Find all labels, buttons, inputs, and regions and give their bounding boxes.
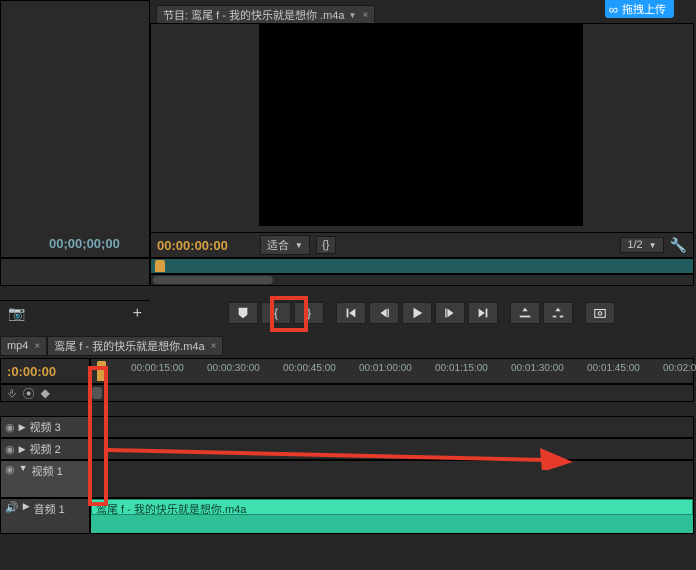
track-header-v3[interactable]: ◉ ▶ 视频 3	[0, 416, 90, 438]
collapse-icon[interactable]: ▼	[19, 463, 28, 473]
goto-out-button[interactable]	[468, 302, 498, 324]
mark-in-button[interactable]: {	[261, 302, 291, 324]
track-lane-v2[interactable]	[90, 438, 694, 460]
program-tab[interactable]: 节目: 鸾尾 f - 我的快乐就是想你 .m4a ▼ ×	[156, 5, 375, 25]
link-icon[interactable]: ⦿	[23, 385, 35, 402]
timeline-tab-mp4[interactable]: mp4 ×	[0, 336, 47, 356]
timeline-timecode[interactable]: :0:00:00	[0, 358, 90, 384]
eye-icon[interactable]: ◉	[5, 443, 15, 456]
program-tab-row: 节目: 鸾尾 f - 我的快乐就是想你 .m4a ▼ ×	[156, 5, 375, 25]
settings-icon[interactable]: 🔧	[670, 237, 687, 254]
ruler-tick: 00:01:15:00	[435, 363, 488, 374]
ruler-tick: 00:00:45:00	[283, 363, 336, 374]
track-label: 视频 3	[30, 419, 61, 435]
timeline-header: :0:00:00 00:00:15:00 00:00:30:00 00:00:4…	[0, 358, 694, 384]
chevron-down-icon[interactable]: ▼	[349, 11, 357, 20]
close-icon[interactable]: ×	[211, 341, 217, 352]
upload-button[interactable]: ∞ 拖拽上传	[605, 0, 674, 18]
playhead-icon[interactable]	[155, 260, 165, 272]
speaker-icon[interactable]: 🔊	[5, 501, 19, 514]
program-zoom-scrollbar[interactable]	[150, 274, 694, 286]
track-label: 音频 1	[34, 501, 65, 517]
timeline-tools: ⎀ ⦿ ◆	[0, 384, 90, 402]
program-monitor-panel	[150, 23, 694, 255]
source-ruler[interactable]	[0, 258, 150, 286]
program-tab-label: 节目: 鸾尾 f - 我的快乐就是想你 .m4a	[163, 7, 345, 23]
upload-label: 拖拽上传	[622, 1, 666, 17]
program-timecode[interactable]: 00:00:00:00	[157, 238, 228, 253]
source-monitor-panel: 00;00;00;00	[0, 0, 150, 258]
camera-icon[interactable]: 📷	[8, 305, 25, 322]
snap-icon[interactable]: ⎀	[7, 386, 17, 401]
timeline-tab-row: mp4 × 鸾尾 f - 我的快乐就是想你.m4a ×	[0, 336, 694, 356]
track-video-2: ◉ ▶ 视频 2	[0, 438, 694, 460]
track-header-a1[interactable]: 🔊 ▶ 音频 1	[0, 498, 90, 534]
extract-button[interactable]	[543, 302, 573, 324]
zoom-fit-select[interactable]: 适合 ▼	[260, 235, 310, 255]
ruler-tick: 00:00:30:00	[207, 363, 260, 374]
timeline-tab1-label: mp4	[7, 340, 28, 352]
chevron-down-icon: ▼	[649, 241, 657, 250]
marker-tool-icon[interactable]: ◆	[41, 386, 50, 400]
ruler-tick: 00:02:00	[663, 363, 696, 374]
infinity-icon: ∞	[609, 2, 618, 17]
add-icon[interactable]: +	[133, 305, 142, 323]
export-frame-button[interactable]	[585, 302, 615, 324]
close-icon[interactable]: ×	[362, 10, 368, 21]
lift-button[interactable]	[510, 302, 540, 324]
ruler-tick: 00:00:15:00	[131, 363, 184, 374]
video-canvas[interactable]	[259, 24, 583, 226]
transport-controls: { }	[150, 300, 694, 326]
ruler-tick: 00:01:45:00	[587, 363, 640, 374]
timeline-tab-audio[interactable]: 鸾尾 f - 我的快乐就是想你.m4a ×	[47, 336, 223, 356]
playback-resolution-select[interactable]: 1/2 ▼	[620, 237, 663, 253]
step-back-button[interactable]	[369, 302, 399, 324]
goto-in-button[interactable]	[336, 302, 366, 324]
ruler-tick: 00:01:30:00	[511, 363, 564, 374]
track-video-3: ◉ ▶ 视频 3	[0, 416, 694, 438]
step-fwd-button[interactable]	[435, 302, 465, 324]
track-lane-v3[interactable]	[90, 416, 694, 438]
track-audio-1: 🔊 ▶ 音频 1 鸾尾 f - 我的快乐就是想你.m4a	[0, 498, 694, 534]
track-lane-v1[interactable]	[90, 460, 694, 498]
scrollbar-thumb[interactable]	[92, 387, 102, 399]
expand-icon[interactable]: ▶	[23, 501, 30, 512]
source-toolbar: 📷 +	[0, 300, 150, 326]
mark-out-button[interactable]: }	[294, 302, 324, 324]
timeline-playhead-icon[interactable]	[97, 361, 106, 381]
track-header-v1[interactable]: ◉ ▼ 视频 1	[0, 460, 90, 498]
chevron-down-icon: ▼	[295, 241, 303, 250]
close-icon[interactable]: ×	[34, 341, 40, 352]
expand-icon[interactable]: ▶	[19, 444, 26, 455]
track-label: 视频 1	[32, 463, 63, 479]
play-button[interactable]	[402, 302, 432, 324]
zoom-fit-label: 适合	[267, 237, 289, 253]
audio-clip[interactable]: 鸾尾 f - 我的快乐就是想你.m4a	[91, 499, 693, 515]
timeline-scrollbar[interactable]	[90, 384, 694, 402]
timeline-tab2-label: 鸾尾 f - 我的快乐就是想你.m4a	[54, 338, 204, 354]
resolution-label: 1/2	[627, 239, 642, 251]
expand-icon[interactable]: ▶	[19, 422, 26, 433]
eye-icon[interactable]: ◉	[5, 463, 15, 476]
program-monitor-controls: 00:00:00:00 适合 ▼ {} 1/2 ▼ 🔧	[150, 232, 694, 258]
ruler-tick: 00:01:00:00	[359, 363, 412, 374]
bracket-button[interactable]: {}	[316, 236, 336, 254]
audio-waveform	[91, 515, 693, 533]
source-timecode[interactable]: 00;00;00;00	[49, 236, 120, 251]
add-marker-button[interactable]	[228, 302, 258, 324]
track-lane-a1[interactable]: 鸾尾 f - 我的快乐就是想你.m4a	[90, 498, 694, 534]
scrollbar-thumb[interactable]	[153, 276, 273, 284]
eye-icon[interactable]: ◉	[5, 421, 15, 434]
program-time-ruler[interactable]	[150, 258, 694, 274]
track-video-1: ◉ ▼ 视频 1	[0, 460, 694, 498]
track-label: 视频 2	[30, 441, 61, 457]
track-header-v2[interactable]: ◉ ▶ 视频 2	[0, 438, 90, 460]
timeline-ruler[interactable]: 00:00:15:00 00:00:30:00 00:00:45:00 00:0…	[90, 358, 694, 384]
